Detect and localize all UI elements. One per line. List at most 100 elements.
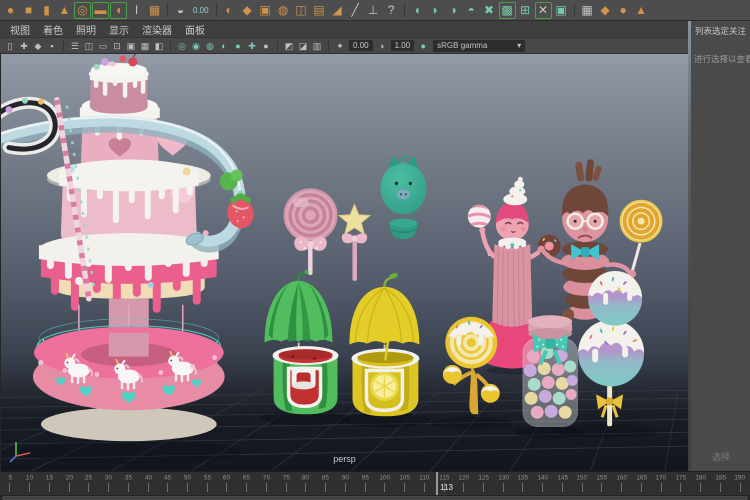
mirror-geometry-icon[interactable]: ◫ <box>293 2 310 19</box>
frame-tick: 75 <box>276 472 296 495</box>
scene-3d[interactable] <box>1 54 688 471</box>
poly-torus-icon[interactable]: ◎ <box>74 2 91 19</box>
panel-menu-item-5[interactable]: 面板 <box>185 22 205 37</box>
select-camera-icon[interactable]: ▯ <box>4 39 16 53</box>
poly-disc-icon[interactable]: ◖ <box>110 2 127 19</box>
sculpt-mask-icon[interactable]: ▩ <box>499 2 516 19</box>
color-managed-icon[interactable]: ● <box>417 39 429 53</box>
panel-menu-item-4[interactable]: 渲染器 <box>142 22 172 37</box>
frame-tick-number: 175 <box>675 473 686 482</box>
gamma-field[interactable]: 1.00 <box>391 40 415 51</box>
shadows-mode-icon[interactable]: ● <box>232 39 244 53</box>
colorspace-dropdown[interactable]: sRGB gamma▾ <box>433 40 525 52</box>
panel-divider[interactable] <box>688 21 691 471</box>
isolate-select-icon[interactable]: ◩ <box>283 39 295 53</box>
field-chart-icon[interactable]: ◧ <box>153 39 165 53</box>
pink-lollipop-model[interactable] <box>284 188 338 275</box>
poly-ultra-shape-icon[interactable]: ▦ <box>146 2 163 19</box>
panel-menu-item-0[interactable]: 视图 <box>10 22 30 37</box>
frame-tick: 110 <box>414 472 434 495</box>
bookmark-icon[interactable]: ▪ <box>46 39 58 53</box>
pencil-curve-icon[interactable]: ╱ <box>347 2 364 19</box>
type-tool-icon[interactable]: I <box>128 2 145 19</box>
panel-menu-item-2[interactable]: 照明 <box>76 22 96 37</box>
resolution-gate-icon[interactable]: ▣ <box>125 39 137 53</box>
gate-mask-icon[interactable]: ▦ <box>139 39 151 53</box>
film-gate-icon[interactable]: ⊡ <box>111 39 123 53</box>
shelf-toolbar: ●■▮▲◎▬◖I▦◒0.00◐◆▣◍◫▤◢╱⊥?◖◗◑◓✖▩⊞✕▣▦◆●▲ <box>0 0 750 21</box>
frame-tick: 25 <box>79 472 99 495</box>
lighting-mode-icon[interactable]: ◐ <box>218 39 230 53</box>
star-wand-model[interactable] <box>339 204 370 281</box>
textured-mode-icon[interactable]: ◍ <box>204 39 216 53</box>
playhead[interactable] <box>436 472 438 495</box>
ae-menu-item-1[interactable]: 选定 <box>712 25 729 37</box>
curve-revolve-icon[interactable]: ◐ <box>221 2 238 19</box>
frame-tick-number: 15 <box>46 473 53 482</box>
range-slider[interactable] <box>0 495 750 500</box>
poly-plane-icon[interactable]: ▬ <box>92 2 109 19</box>
sculpt-erase-icon[interactable]: ✕ <box>535 2 552 19</box>
watermelon-parasol-model[interactable] <box>265 270 339 415</box>
shaded-mode-icon[interactable]: ◉ <box>190 39 202 53</box>
poly-cone-icon[interactable]: ▲ <box>56 2 73 19</box>
knife-tool-icon[interactable]: ◆ <box>239 2 256 19</box>
ae-menu-item-2[interactable]: 关注 <box>729 25 746 37</box>
range-bar[interactable] <box>2 496 748 500</box>
sculpt-pinch-icon[interactable]: ◓ <box>463 2 480 19</box>
mirror-cut-icon[interactable]: ▣ <box>553 2 570 19</box>
lock-camera-icon[interactable]: ✚ <box>18 39 30 53</box>
image-plane-icon[interactable]: ☰ <box>69 39 81 53</box>
bridge-tool-icon[interactable]: ▲ <box>633 2 650 19</box>
poly-cylinder-icon[interactable]: ▮ <box>38 2 55 19</box>
ao-mode-icon[interactable]: ✚ <box>246 39 258 53</box>
wireframe-mode-icon[interactable]: ◎ <box>176 39 188 53</box>
candy-jar-model[interactable] <box>523 315 577 426</box>
select-button[interactable]: 选择 <box>712 450 730 463</box>
snap-magnet-icon[interactable]: ◒ <box>172 2 189 19</box>
paint-tool-icon[interactable]: ◆ <box>597 2 614 19</box>
sculpt-sphere-icon[interactable]: ◖ <box>409 2 426 19</box>
two-panes-icon[interactable]: ◫ <box>83 39 95 53</box>
pig-balloon-model[interactable] <box>380 156 426 240</box>
lemon-parasol-model[interactable] <box>349 272 419 416</box>
xray-mode-icon[interactable]: ● <box>260 39 272 53</box>
shelf-separator <box>167 3 168 17</box>
frame-tick: 55 <box>197 472 217 495</box>
panel-menu-item-3[interactable]: 显示 <box>109 22 129 37</box>
frame-tick: 165 <box>632 472 652 495</box>
camera-attrs-icon[interactable]: ◆ <box>32 39 44 53</box>
viewport-persp[interactable]: persp <box>0 54 688 471</box>
make-live-grid-icon[interactable]: ▦ <box>579 2 596 19</box>
smooth-mesh-icon[interactable]: ◍ <box>275 2 292 19</box>
panel-menu-item-1[interactable]: 着色 <box>43 22 63 37</box>
sculpt-smooth-icon[interactable]: ◗ <box>427 2 444 19</box>
sculpt-frame-icon[interactable]: ⊞ <box>517 2 534 19</box>
append-poly-icon[interactable]: ● <box>615 2 632 19</box>
exposure-field[interactable]: 0.00 <box>349 40 373 51</box>
time-slider[interactable]: 5101520253035404550556065707580859095100… <box>0 472 750 495</box>
panel-menubar: 视图着色照明显示渲染器面板 <box>0 21 688 38</box>
wedge-face-icon[interactable]: ◢ <box>329 2 346 19</box>
pin-tool-icon[interactable]: ⊥ <box>365 2 382 19</box>
frame-tick-number: 20 <box>66 473 73 482</box>
frame-tick: 190 <box>730 472 750 495</box>
ae-menu-item-0[interactable]: 列表 <box>695 25 712 37</box>
help-tool-icon[interactable]: ? <box>383 2 400 19</box>
toolbar-separator <box>328 40 329 51</box>
frame-tick-number: 110 <box>419 473 429 482</box>
exposure-icon[interactable]: ✦ <box>334 39 346 53</box>
single-pane-icon[interactable]: ▭ <box>97 39 109 53</box>
lollipop-tree-model[interactable] <box>443 317 500 415</box>
plugin-a-icon[interactable]: ◪ <box>297 39 309 53</box>
plugin-b-icon[interactable]: ▥ <box>311 39 323 53</box>
sculpt-knife-icon[interactable]: ✖ <box>481 2 498 19</box>
gamma-icon[interactable]: ◑ <box>376 39 388 53</box>
lattice-deform-icon[interactable]: ▤ <box>311 2 328 19</box>
carousel-cake-model[interactable] <box>1 54 256 441</box>
quad-patch-icon[interactable]: ▣ <box>257 2 274 19</box>
poly-cube-icon[interactable]: ■ <box>20 2 37 19</box>
frame-tick-mark <box>483 483 484 492</box>
poly-sphere-icon[interactable]: ● <box>2 2 19 19</box>
sculpt-grab-icon[interactable]: ◑ <box>445 2 462 19</box>
